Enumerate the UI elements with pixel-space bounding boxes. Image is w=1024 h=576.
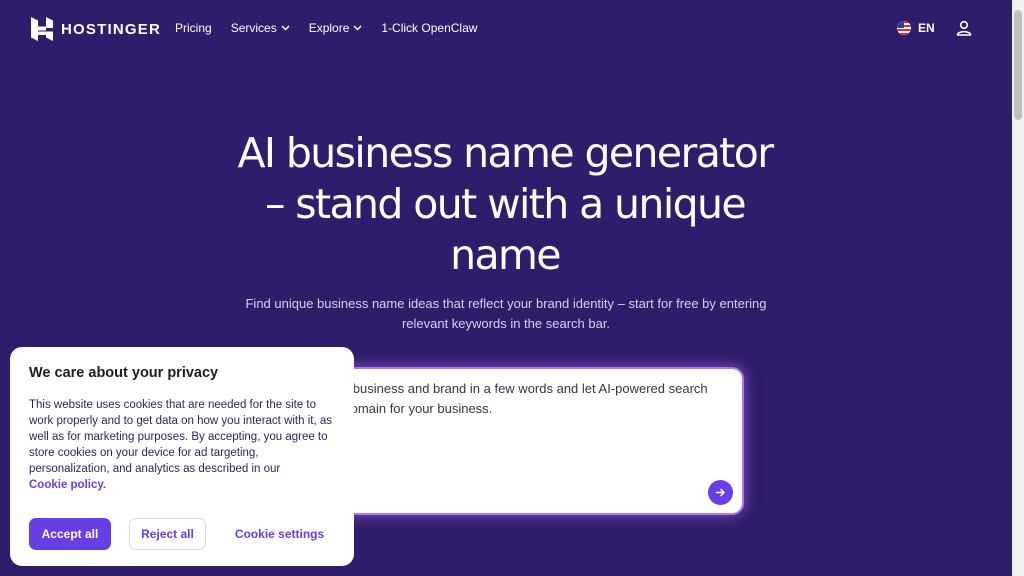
nav-pricing[interactable]: Pricing: [175, 21, 212, 35]
nav-openclaw-label: 1-Click OpenClaw: [381, 21, 478, 35]
search-submit-button[interactable]: [708, 480, 733, 505]
cookie-body-text: This website uses cookies that are neede…: [29, 399, 332, 475]
cookie-title: We care about your privacy: [29, 365, 219, 381]
logo[interactable]: HOSTINGER: [31, 17, 161, 41]
nav-explore[interactable]: Explore: [309, 21, 363, 35]
nav-services-label: Services: [230, 21, 277, 35]
cookie-body: This website uses cookies that are neede…: [29, 397, 339, 493]
cookie-policy-link[interactable]: Cookie policy.: [29, 477, 339, 493]
arrow-right-icon: [715, 488, 725, 497]
cookie-consent-dialog: We care about your privacy This website …: [10, 347, 354, 566]
nav-pricing-label: Pricing: [175, 21, 212, 35]
hero-title-line: name: [450, 231, 561, 279]
hero-subtitle: Find unique business name ideas that ref…: [230, 294, 782, 333]
reject-all-button[interactable]: Reject all: [129, 518, 206, 550]
language-selector[interactable]: EN: [897, 21, 935, 35]
logo-text: HOSTINGER: [61, 20, 161, 38]
chevron-down-icon: [353, 25, 362, 31]
hero-subtitle-line: relevant keywords in the search bar.: [401, 315, 611, 331]
nav-services[interactable]: Services: [231, 21, 290, 35]
nav-explore-label: Explore: [308, 21, 350, 35]
hostinger-logo-icon: [31, 17, 53, 41]
scrollbar-thumb[interactable]: [1014, 10, 1022, 120]
main-nav: Pricing Services Explore 1-Click OpenCla…: [175, 21, 496, 35]
cookie-settings-button[interactable]: Cookie settings: [222, 518, 337, 550]
hero-subtitle-line: Find unique business name ideas that ref…: [245, 296, 767, 311]
nav-openclaw[interactable]: 1-Click OpenClaw: [381, 21, 477, 35]
language-label: EN: [918, 21, 935, 35]
scrollbar[interactable]: [1012, 0, 1024, 576]
user-icon[interactable]: [956, 20, 972, 36]
chevron-down-icon: [281, 25, 290, 31]
us-flag-icon: [897, 21, 911, 35]
hero-title: AI business name generator – stand out w…: [200, 128, 810, 281]
site-header: HOSTINGER Pricing Services Explore 1-Cli…: [0, 0, 1012, 58]
hero-title-line: AI business name generator: [237, 129, 774, 177]
accept-all-button[interactable]: Accept all: [29, 518, 111, 550]
hero-title-line: – stand out with a unique: [264, 180, 747, 228]
